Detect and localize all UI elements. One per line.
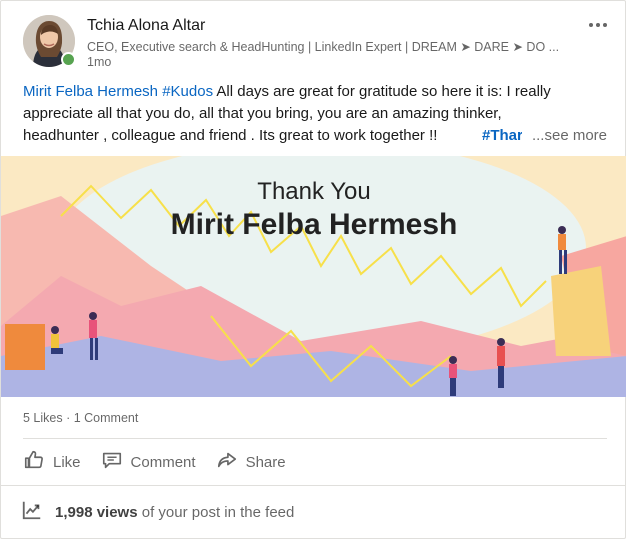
analytics-icon <box>21 499 43 525</box>
hashtag-kudos[interactable]: #Kudos <box>162 83 213 100</box>
like-button[interactable]: Like <box>15 447 89 477</box>
author-headline: CEO, Executive search & HeadHunting | Li… <box>87 40 560 54</box>
social-counts: 5 Likes · 1 Comment <box>23 411 138 425</box>
post-timestamp: 1mo <box>87 55 112 69</box>
share-label: Share <box>245 453 286 471</box>
post-text-line-1: Mirit Felba Hermesh #Kudos All days are … <box>23 81 613 103</box>
like-label: Like <box>53 453 81 471</box>
like-icon <box>23 449 45 475</box>
post-text-line-3: headhunter , colleague and friend . Its … <box>23 125 613 147</box>
author-avatar[interactable] <box>23 15 76 67</box>
action-bar: Like Comment Share <box>15 447 294 477</box>
analytics-text: 1,998 views of your post in the feed <box>55 504 294 521</box>
comment-icon <box>101 449 123 475</box>
post-image[interactable]: Thank You Mirit Felba Hermesh <box>1 156 626 397</box>
share-button[interactable]: Share <box>208 447 294 477</box>
views-count: 1,998 views <box>55 503 138 521</box>
social-counts-separator: · <box>62 411 74 425</box>
figure-center-right <box>449 356 457 396</box>
post-card: Tchia Alona Altar CEO, Executive search … <box>0 0 626 539</box>
comment-button[interactable]: Comment <box>93 447 204 477</box>
comments-count[interactable]: 1 Comment <box>74 411 139 425</box>
post-text-line-1-rest: All days are great for gratitude so here… <box>213 83 551 100</box>
mention-link[interactable]: Mirit Felba Hermesh <box>23 83 158 100</box>
comment-label: Comment <box>130 453 196 471</box>
image-title-name: Mirit Felba Hermesh <box>170 208 458 241</box>
post-text-line-3-content: headhunter , colleague and friend . Its … <box>23 127 438 144</box>
analytics-rest: of your post in the feed <box>137 503 295 521</box>
author-name[interactable]: Tchia Alona Altar <box>87 17 205 35</box>
footer-divider <box>1 485 626 486</box>
share-icon <box>216 449 238 475</box>
post-analytics-link[interactable]: 1,998 views of your post in the feed <box>21 500 294 524</box>
post-text: Mirit Felba Hermesh #Kudos All days are … <box>23 81 613 147</box>
see-more-button[interactable]: ...see more <box>525 125 607 147</box>
image-title-thank-you: Thank You <box>257 178 371 205</box>
likes-count[interactable]: 5 Likes <box>23 411 63 425</box>
online-status-badge <box>61 52 76 67</box>
hashtag-thanks[interactable]: #Thar <box>482 125 522 147</box>
post-header: Tchia Alona Altar CEO, Executive search … <box>23 15 613 71</box>
post-text-line-2: appreciate all that you do, all that you… <box>23 105 502 122</box>
more-icon[interactable] <box>583 15 613 35</box>
divider <box>23 438 607 439</box>
